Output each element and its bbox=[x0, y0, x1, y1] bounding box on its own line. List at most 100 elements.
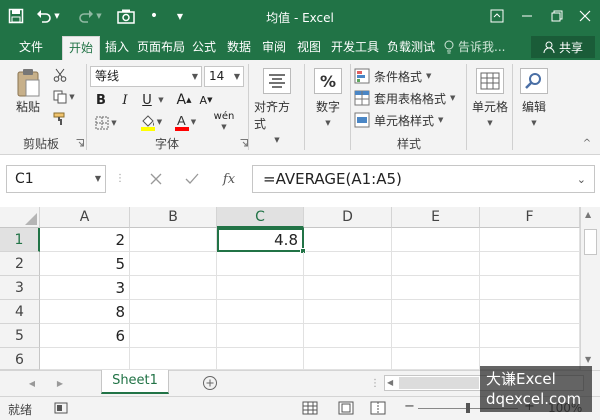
page-break-view-icon[interactable] bbox=[370, 401, 386, 415]
cell-c2[interactable] bbox=[217, 252, 304, 276]
page-layout-view-icon[interactable] bbox=[338, 401, 354, 415]
tab-file[interactable]: 文件 bbox=[8, 36, 54, 60]
shrink-font-button[interactable]: A ▼ bbox=[198, 91, 214, 109]
number-format-button[interactable]: % 数字 ▼ bbox=[308, 64, 348, 150]
cell-d4[interactable] bbox=[304, 300, 392, 324]
tab-formulas[interactable]: 公式 bbox=[188, 36, 220, 60]
cells-button[interactable]: 单元格 ▼ bbox=[470, 64, 510, 150]
chevron-down-icon[interactable]: ▼ bbox=[95, 166, 101, 192]
undo-dropdown-icon[interactable]: ▼ bbox=[52, 6, 62, 26]
undo-icon[interactable] bbox=[34, 6, 54, 26]
bold-button[interactable]: B bbox=[92, 91, 110, 109]
collapse-ribbon-icon[interactable]: ^ bbox=[580, 136, 594, 150]
cell-b4[interactable] bbox=[130, 300, 217, 324]
cell-b1[interactable] bbox=[130, 228, 217, 252]
cancel-icon[interactable] bbox=[146, 169, 166, 189]
grow-font-button[interactable]: A ▲ bbox=[176, 91, 192, 109]
name-box[interactable]: C1 ▼ bbox=[6, 165, 106, 193]
macro-record-icon[interactable] bbox=[54, 402, 68, 414]
cut-icon[interactable] bbox=[50, 66, 70, 84]
paste-button[interactable]: 粘贴 bbox=[10, 64, 46, 118]
close-icon[interactable] bbox=[574, 5, 596, 27]
zoom-slider-thumb[interactable] bbox=[466, 403, 470, 413]
cell-c1[interactable]: 4.8 bbox=[217, 228, 304, 252]
cell-a2[interactable]: 5 bbox=[40, 252, 130, 276]
cell-e6[interactable] bbox=[392, 348, 480, 370]
column-header-b[interactable]: B bbox=[130, 207, 217, 228]
font-name-select[interactable]: 等线 ▼ bbox=[90, 66, 202, 87]
cell-e2[interactable] bbox=[392, 252, 480, 276]
borders-button[interactable]: ▼ bbox=[92, 113, 120, 133]
row-header-5[interactable]: 5 bbox=[0, 324, 40, 348]
tab-developer[interactable]: 开发工具 bbox=[328, 36, 382, 60]
add-sheet-icon[interactable] bbox=[201, 374, 219, 392]
insert-function-button[interactable]: fx bbox=[218, 169, 240, 189]
expand-formula-bar-icon[interactable]: ⌄ bbox=[577, 167, 586, 193]
row-header-1[interactable]: 1 bbox=[0, 228, 40, 252]
column-header-e[interactable]: E bbox=[392, 207, 480, 228]
underline-dropdown-icon[interactable]: ▼ bbox=[156, 91, 166, 109]
split-handle-icon[interactable]: ⋮ bbox=[370, 376, 380, 390]
hscroll-thumb[interactable] bbox=[399, 377, 479, 389]
redo-icon[interactable] bbox=[76, 6, 96, 26]
customize-icon[interactable]: ▼ bbox=[170, 6, 190, 26]
cell-d5[interactable] bbox=[304, 324, 392, 348]
column-header-d[interactable]: D bbox=[304, 207, 392, 228]
cell-styles-button[interactable]: 单元格样式 ▼ bbox=[354, 110, 464, 130]
cell-c3[interactable] bbox=[217, 276, 304, 300]
underline-button[interactable]: U bbox=[138, 91, 156, 109]
save-icon[interactable] bbox=[6, 6, 26, 26]
cell-e5[interactable] bbox=[392, 324, 480, 348]
cell-a5[interactable]: 6 bbox=[40, 324, 130, 348]
cell-f2[interactable] bbox=[480, 252, 580, 276]
cell-c4[interactable] bbox=[217, 300, 304, 324]
share-button[interactable]: 共享 bbox=[531, 36, 595, 58]
cell-b5[interactable] bbox=[130, 324, 217, 348]
format-as-table-button[interactable]: 套用表格格式 ▼ bbox=[354, 88, 464, 108]
select-all-corner[interactable] bbox=[0, 207, 40, 228]
cell-f4[interactable] bbox=[480, 300, 580, 324]
drag-handle-icon[interactable]: ⋮ bbox=[115, 172, 125, 186]
tab-page-layout[interactable]: 页面布局 bbox=[134, 36, 188, 60]
cell-c5[interactable] bbox=[217, 324, 304, 348]
tab-view[interactable]: 视图 bbox=[293, 36, 325, 60]
cell-f5[interactable] bbox=[480, 324, 580, 348]
tab-review[interactable]: 审阅 bbox=[258, 36, 290, 60]
row-header-3[interactable]: 3 bbox=[0, 276, 40, 300]
row-header-4[interactable]: 4 bbox=[0, 300, 40, 324]
font-color-button[interactable]: A ▼ bbox=[170, 111, 200, 133]
conditional-formatting-button[interactable]: 条件格式 ▼ bbox=[354, 66, 464, 86]
tab-insert[interactable]: 插入 bbox=[101, 36, 133, 60]
restore-icon[interactable] bbox=[546, 5, 568, 27]
font-launcher-icon[interactable] bbox=[240, 139, 248, 147]
prev-sheet-icon[interactable]: ◀ bbox=[26, 376, 38, 390]
clipboard-launcher-icon[interactable] bbox=[76, 139, 84, 147]
cell-f1[interactable] bbox=[480, 228, 580, 252]
cell-b3[interactable] bbox=[130, 276, 217, 300]
cell-b6[interactable] bbox=[130, 348, 217, 370]
column-header-f[interactable]: F bbox=[480, 207, 580, 228]
phonetic-button[interactable]: wén ▼ bbox=[210, 111, 238, 133]
next-sheet-icon[interactable]: ▶ bbox=[54, 376, 66, 390]
cell-c6[interactable] bbox=[217, 348, 304, 370]
enter-icon[interactable] bbox=[182, 169, 202, 189]
cell-f3[interactable] bbox=[480, 276, 580, 300]
tab-home[interactable]: 开始 bbox=[62, 36, 100, 60]
normal-view-icon[interactable] bbox=[302, 401, 318, 415]
editing-button[interactable]: 编辑 ▼ bbox=[516, 64, 552, 150]
alignment-button[interactable]: 对齐方式 ▼ bbox=[254, 64, 300, 150]
cell-d6[interactable] bbox=[304, 348, 392, 370]
cell-e3[interactable] bbox=[392, 276, 480, 300]
cell-d2[interactable] bbox=[304, 252, 392, 276]
zoom-out-icon[interactable]: − bbox=[404, 399, 415, 414]
sheet-tab-sheet1[interactable]: Sheet1 bbox=[101, 370, 169, 394]
camera-icon[interactable] bbox=[116, 6, 136, 26]
scroll-left-icon[interactable]: ◀ bbox=[387, 378, 393, 387]
cell-d3[interactable] bbox=[304, 276, 392, 300]
cell-e1[interactable] bbox=[392, 228, 480, 252]
italic-button[interactable]: I bbox=[116, 91, 134, 109]
tell-me-box[interactable]: 告诉我... bbox=[443, 36, 505, 58]
format-painter-icon[interactable] bbox=[50, 110, 70, 128]
redo-dropdown-icon[interactable]: ▼ bbox=[94, 6, 104, 26]
cell-d1[interactable] bbox=[304, 228, 392, 252]
